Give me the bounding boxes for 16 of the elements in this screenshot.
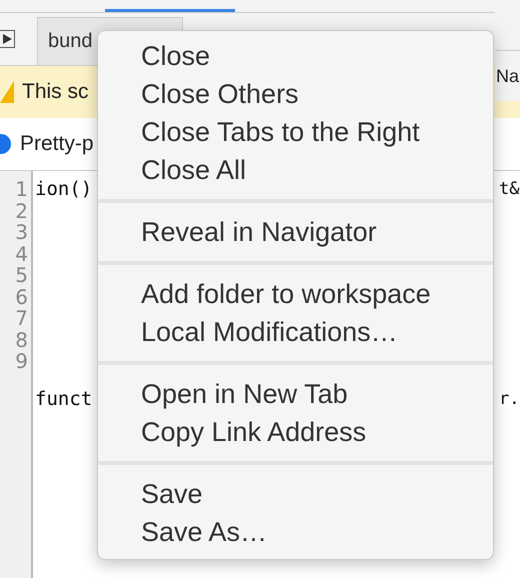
code-text: funct (35, 388, 92, 410)
panel-title: Na (496, 66, 520, 86)
code-text: ion() (35, 178, 92, 200)
line-number: 8 (14, 330, 29, 351)
line-number: 2 (14, 200, 29, 222)
line-number: 6 (14, 286, 29, 308)
warning-text: This sc (22, 80, 89, 104)
line-number: 5 (14, 265, 29, 286)
pretty-print-message: Pretty-p (20, 132, 94, 156)
line-number: 4 (14, 244, 29, 265)
line-number: 7 (14, 308, 29, 330)
line-number: 9 (14, 351, 29, 372)
line-number: 1 (14, 179, 29, 200)
code-text: t& (499, 179, 520, 199)
code-text: r. (499, 388, 520, 408)
line-number: 3 (14, 222, 29, 244)
